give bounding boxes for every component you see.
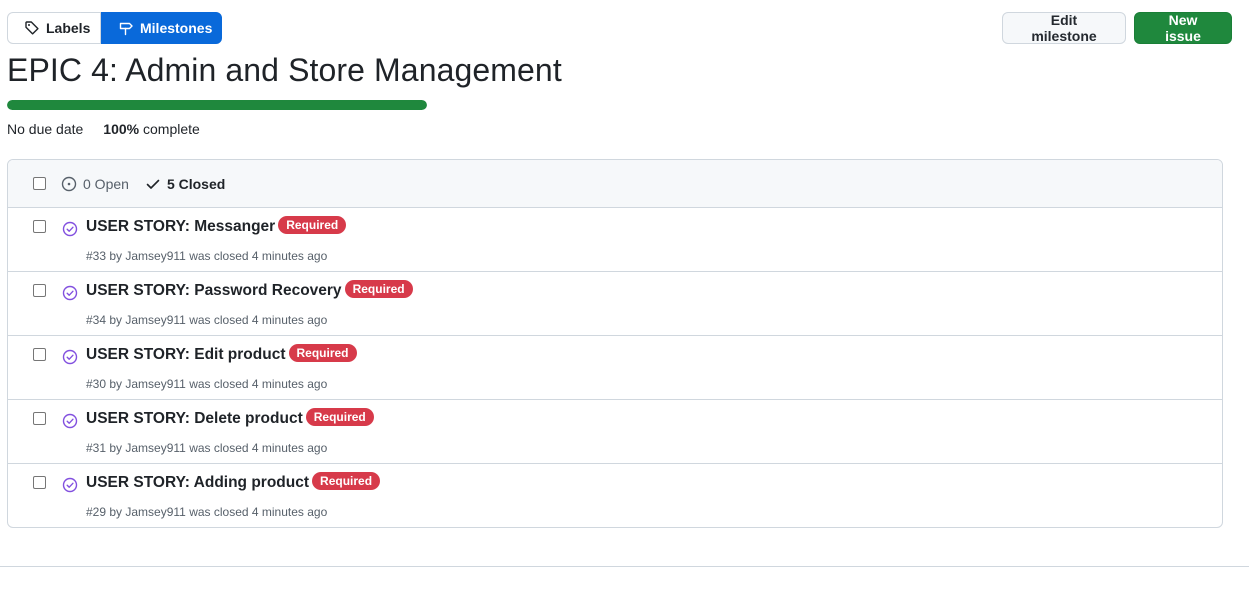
issue-title-link[interactable]: USER STORY: Edit product [86, 346, 286, 364]
issue-title-line: USER STORY: Edit product Required [86, 344, 357, 364]
milestones-tab-label: Milestones [140, 20, 213, 36]
issue-row[interactable]: USER STORY: Adding product Required #29 … [8, 464, 1222, 527]
edit-milestone-button[interactable]: Edit milestone [1002, 12, 1126, 44]
issue-checkbox[interactable] [33, 220, 46, 233]
issue-checkbox[interactable] [33, 348, 46, 361]
required-label[interactable]: Required [278, 216, 347, 234]
closed-count: 5 Closed [166, 175, 226, 192]
issue-meta: #33 by Jamsey911 was closed 4 minutes ag… [86, 249, 327, 263]
required-label[interactable]: Required [344, 280, 413, 298]
page-divider [0, 566, 1249, 567]
issue-number: #33 [86, 249, 107, 263]
issue-title-line: USER STORY: Adding product Required [86, 472, 381, 492]
issue-open-icon [61, 176, 77, 191]
issue-meta: #30 by Jamsey911 was closed 4 minutes ag… [86, 377, 327, 391]
header-actions: Edit milestone New issue [1002, 12, 1232, 44]
issue-closed-icon [62, 349, 78, 365]
milestone-title: EPIC 4: Admin and Store Management [7, 52, 562, 88]
issue-closed-icon [62, 285, 78, 301]
issue-number: #29 [86, 505, 107, 519]
issue-row[interactable]: USER STORY: Password Recovery Required #… [8, 272, 1222, 336]
required-label[interactable]: Required [305, 408, 374, 426]
issues-list-header: 0 Open 5 Closed [8, 160, 1222, 208]
issue-checkbox[interactable] [33, 412, 46, 425]
issue-meta-text: by Jamsey911 was closed 4 minutes ago [109, 313, 328, 327]
issue-meta-text: by Jamsey911 was closed 4 minutes ago [109, 249, 328, 263]
tag-icon [25, 21, 39, 35]
completion-label: complete [143, 121, 200, 137]
open-filter[interactable]: 0 Open [61, 176, 129, 192]
issue-closed-icon [62, 413, 78, 429]
milestones-tab[interactable]: Milestones [101, 12, 222, 44]
new-issue-button[interactable]: New issue [1134, 12, 1232, 44]
issue-title-link[interactable]: USER STORY: Password Recovery [86, 282, 342, 300]
select-all-checkbox[interactable] [33, 177, 46, 190]
labels-tab[interactable]: Labels [7, 12, 101, 44]
issue-closed-icon [62, 221, 78, 237]
issue-meta-text: by Jamsey911 was closed 4 minutes ago [109, 505, 328, 519]
labels-tab-label: Labels [46, 20, 91, 36]
issue-title-link[interactable]: USER STORY: Delete product [86, 410, 303, 428]
completion-value: 100% [103, 121, 140, 137]
issue-number: #30 [86, 377, 107, 391]
issue-title-link[interactable]: USER STORY: Adding product [86, 474, 309, 492]
milestone-meta: No due date 100% complete [7, 121, 200, 137]
issue-title-line: USER STORY: Delete product Required [86, 408, 374, 428]
issue-meta-text: by Jamsey911 was closed 4 minutes ago [109, 441, 328, 455]
closed-filter[interactable]: 5 Closed [145, 176, 225, 192]
milestone-icon [119, 22, 133, 36]
open-count: 0 Open [83, 175, 129, 192]
issue-title-link[interactable]: USER STORY: Messanger [86, 218, 275, 236]
issue-meta: #34 by Jamsey911 was closed 4 minutes ag… [86, 313, 327, 327]
check-icon [146, 179, 160, 189]
completion: 100% complete [103, 121, 200, 137]
milestone-progress-fill [7, 100, 427, 110]
issue-checkbox[interactable] [33, 476, 46, 489]
issue-row[interactable]: USER STORY: Delete product Required #31 … [8, 400, 1222, 464]
required-label[interactable]: Required [288, 344, 357, 362]
issue-checkbox[interactable] [33, 284, 46, 297]
issue-closed-icon [62, 477, 78, 493]
issue-title-line: USER STORY: Messanger Required [86, 216, 347, 236]
required-label[interactable]: Required [312, 472, 381, 490]
issue-meta: #29 by Jamsey911 was closed 4 minutes ag… [86, 505, 327, 519]
milestone-progress-bar [7, 100, 427, 110]
issue-title-line: USER STORY: Password Recovery Required [86, 280, 413, 300]
issue-number: #31 [86, 441, 107, 455]
issue-meta: #31 by Jamsey911 was closed 4 minutes ag… [86, 441, 327, 455]
issue-row[interactable]: USER STORY: Edit product Required #30 by… [8, 336, 1222, 400]
due-date: No due date [7, 121, 84, 137]
issues-list: 0 Open 5 Closed USER STORY: Messanger Re… [7, 159, 1223, 528]
labels-milestones-tabs: Labels Milestones [7, 12, 222, 44]
issue-meta-text: by Jamsey911 was closed 4 minutes ago [109, 377, 328, 391]
issue-number: #34 [86, 313, 107, 327]
issue-row[interactable]: USER STORY: Messanger Required #33 by Ja… [8, 208, 1222, 272]
